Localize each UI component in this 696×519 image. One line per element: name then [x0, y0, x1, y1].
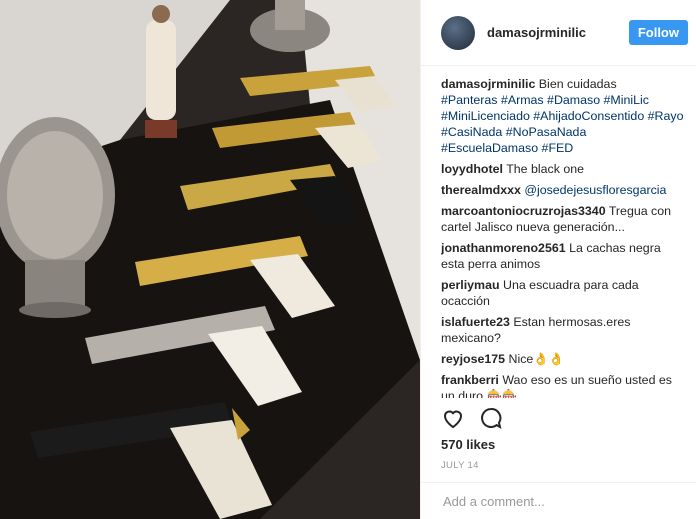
comment-item: marcoantoniocruzrojas3340 Tregua con car…: [441, 203, 684, 235]
username-link[interactable]: damasojrminilic: [487, 25, 629, 40]
like-count[interactable]: 570 likes: [441, 437, 495, 452]
caption-username[interactable]: damasojrminilic: [441, 77, 535, 91]
comment-item: therealmdxxx @josedejesusfloresgarcia: [441, 182, 684, 198]
comment-username[interactable]: perliymau: [441, 278, 500, 292]
comment-item: frankberri Wao eso es un sueño usted es …: [441, 372, 684, 398]
comment-text: The black one: [506, 162, 585, 176]
comment-item: reyjose175 Nice👌👌: [441, 351, 684, 367]
caption: damasojrminilic Bien cuidadas #Panteras …: [441, 76, 684, 156]
post-header: damasojrminilic Follow: [421, 0, 696, 66]
follow-button[interactable]: Follow: [628, 20, 688, 45]
comment-item: jonathanmoreno2561 La cachas negra esta …: [441, 240, 684, 272]
heart-icon[interactable]: [441, 406, 465, 430]
post-photo[interactable]: [0, 0, 420, 519]
post-date: JULY 14: [441, 460, 479, 471]
post-sidebar: damasojrminilic Follow damasojrminilic B…: [420, 0, 696, 519]
comment-text: Nice👌👌: [508, 352, 565, 366]
avatar[interactable]: [441, 15, 475, 50]
instagram-post: damasojrminilic Follow damasojrminilic B…: [0, 0, 696, 519]
comment-item: islafuerte23 Estan hermosas.eres mexican…: [441, 314, 684, 346]
comment-username[interactable]: jonathanmoreno2561: [441, 241, 566, 255]
caption-hashtags[interactable]: #Panteras #Armas #Damaso #MiniLic #MiniL…: [441, 93, 683, 155]
add-comment-input[interactable]: [441, 492, 675, 510]
caption-text: Bien cuidadas: [538, 77, 617, 91]
comment-username[interactable]: frankberri: [441, 373, 499, 387]
comment-bubble-icon[interactable]: [479, 406, 503, 430]
comment-item: perliymau Una escuadra para cada ocacció…: [441, 277, 684, 309]
comment-username[interactable]: islafuerte23: [441, 315, 510, 329]
post-actions: [441, 406, 503, 430]
comment-username[interactable]: therealmdxxx: [441, 183, 521, 197]
comment-mention[interactable]: @josedejesusfloresgarcia: [524, 183, 666, 197]
add-comment-bar: [421, 482, 696, 519]
comment-username[interactable]: reyjose175: [441, 352, 505, 366]
photo-illustration: [0, 0, 420, 519]
comment-item: loyydhotel The black one: [441, 161, 684, 177]
comment-username[interactable]: marcoantoniocruzrojas3340: [441, 204, 606, 218]
comment-username[interactable]: loyydhotel: [441, 162, 503, 176]
comments-list: damasojrminilic Bien cuidadas #Panteras …: [441, 76, 684, 398]
